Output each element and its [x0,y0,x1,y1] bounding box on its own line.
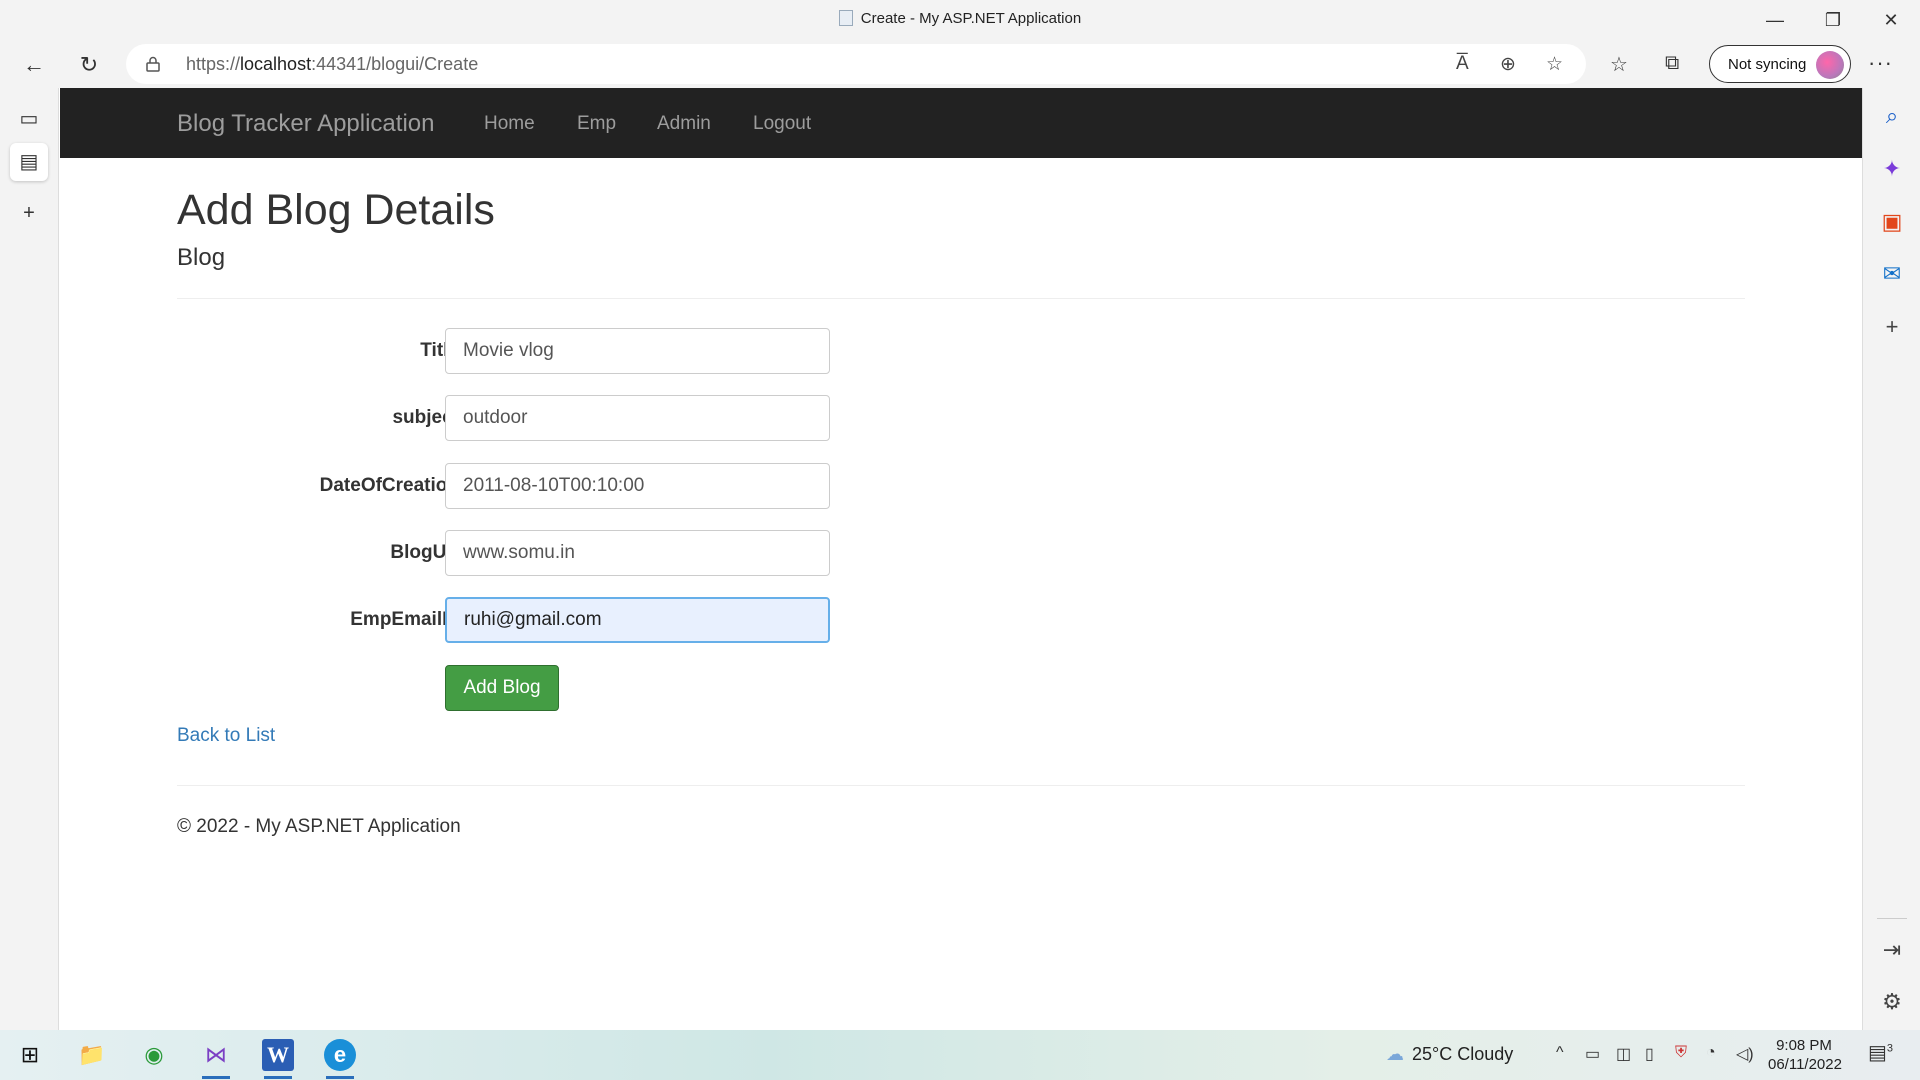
refresh-button[interactable]: ↻ [72,48,106,82]
back-to-list-link[interactable]: Back to List [177,725,275,747]
weather-widget[interactable]: ☁ 25°C Cloudy [1386,1044,1513,1065]
office-icon[interactable]: ▣ [1877,207,1907,237]
usb-icon[interactable]: ▯ [1645,1044,1654,1064]
emp-email-input[interactable] [445,597,830,643]
security-icon[interactable]: ⛨ [1675,1044,1687,1062]
footer-text: © 2022 - My ASP.NET Application [177,816,461,837]
minimize-button[interactable]: — [1755,6,1795,34]
battery-icon[interactable]: ▭ [1585,1044,1600,1064]
restore-button[interactable]: ❐ [1813,6,1853,34]
sync-label: Not syncing [1728,56,1807,73]
tray-app-icon[interactable]: ◫ [1616,1044,1631,1064]
form-row-subject: subject [177,395,877,441]
footer-divider [177,785,1745,786]
notifications-icon[interactable]: ▤3 [1868,1040,1893,1065]
title-input[interactable] [445,328,830,374]
close-button[interactable]: ✕ [1871,6,1911,34]
add-blog-button[interactable]: Add Blog [445,665,559,711]
add-sidebar-app-icon[interactable]: + [1877,312,1907,342]
windows-taskbar: ⊞ 📁 ◉ ⋈ W e ☁ 25°C Cloudy ^ ▭ ◫ ▯ ⛨ ◔ ◁) … [0,1030,1920,1080]
favorites-icon[interactable]: ☆ [1610,52,1628,77]
outlook-icon[interactable]: ✉ [1877,259,1907,289]
clock-date: 06/11/2022 [1768,1056,1842,1073]
page-favicon-icon [838,10,853,26]
volume-icon[interactable]: ◁) [1736,1044,1754,1064]
url-text[interactable]: https://localhost:44341/blogui/Create [186,54,478,75]
zoom-icon[interactable]: ⊕ [1500,53,1516,76]
nav-link-logout[interactable]: Logout [753,113,811,135]
address-bar[interactable]: https://localhost:44341/blogui/Create A̅… [126,44,1586,84]
date-of-creation-label: DateOfCreation [319,475,459,496]
system-clock[interactable]: 9:08 PM 06/11/2022 [1768,1036,1842,1074]
chrome-icon[interactable]: ◉ [138,1039,170,1071]
date-of-creation-input[interactable] [445,463,830,509]
more-menu-icon[interactable]: ··· [1868,50,1893,76]
form-row-email: EmpEmailId [177,597,877,643]
window-titlebar: Create - My ASP.NET Application — ❐ ✕ [0,0,1920,40]
form-row-title: Title [177,328,877,374]
vertical-tabs-bar: ▭ ▤ + [0,88,59,1030]
emp-email-label: EmpEmailId [350,609,459,630]
search-icon[interactable]: ⌕ [1877,101,1907,131]
edge-icon[interactable]: e [324,1039,356,1079]
site-navbar: Blog Tracker Application Home Emp Admin … [60,88,1862,158]
new-tab-icon[interactable]: + [10,194,48,232]
nav-link-home[interactable]: Home [484,113,535,135]
window-title: Create - My ASP.NET Application [860,10,1082,27]
hide-sidebar-icon[interactable]: ⇥ [1877,935,1907,965]
file-explorer-icon[interactable]: 📁 [76,1039,108,1071]
cloud-icon: ☁ [1386,1044,1404,1064]
settings-icon[interactable]: ⚙ [1877,987,1907,1017]
lock-icon [146,56,160,72]
visual-studio-icon[interactable]: ⋈ [200,1039,232,1079]
back-button[interactable]: ← [17,48,51,82]
sidebar-divider [1877,918,1907,919]
blog-url-input[interactable] [445,530,830,576]
page-subtitle: Blog [177,244,226,271]
add-favorite-icon[interactable]: ☆ [1546,53,1563,76]
subject-input[interactable] [445,395,830,441]
active-tab-icon[interactable]: ▤ [10,143,48,181]
form-row-blogurl: BlogUrl [177,530,877,576]
collections-icon[interactable]: ⧉ [1665,52,1679,75]
chevron-up-icon[interactable]: ^ [1556,1044,1564,1062]
copilot-icon[interactable]: ✦ [1877,154,1907,184]
read-aloud-icon[interactable]: A̅ [1456,53,1469,75]
nav-link-admin[interactable]: Admin [657,113,711,135]
browser-toolbar: ← ↻ https://localhost:44341/blogui/Creat… [0,40,1920,88]
navbar-brand[interactable]: Blog Tracker Application [177,110,434,138]
form-row-date: DateOfCreation [177,463,877,509]
profile-sync-button[interactable]: Not syncing [1709,45,1851,83]
wifi-icon[interactable]: ◔ [1706,1044,1716,1062]
page-viewport: Blog Tracker Application Home Emp Admin … [60,88,1862,1030]
nav-link-emp[interactable]: Emp [577,113,616,135]
start-icon[interactable]: ⊞ [14,1039,46,1071]
avatar [1816,51,1844,79]
clock-time: 9:08 PM [1776,1037,1832,1054]
page-title: Add Blog Details [177,186,495,234]
word-icon[interactable]: W [262,1039,294,1079]
divider [177,298,1745,299]
edge-sidebar: ⌕ ✦ ▣ ✉ + ⇥ ⚙ [1862,88,1920,1030]
tab-actions-icon[interactable]: ▭ [10,100,48,138]
